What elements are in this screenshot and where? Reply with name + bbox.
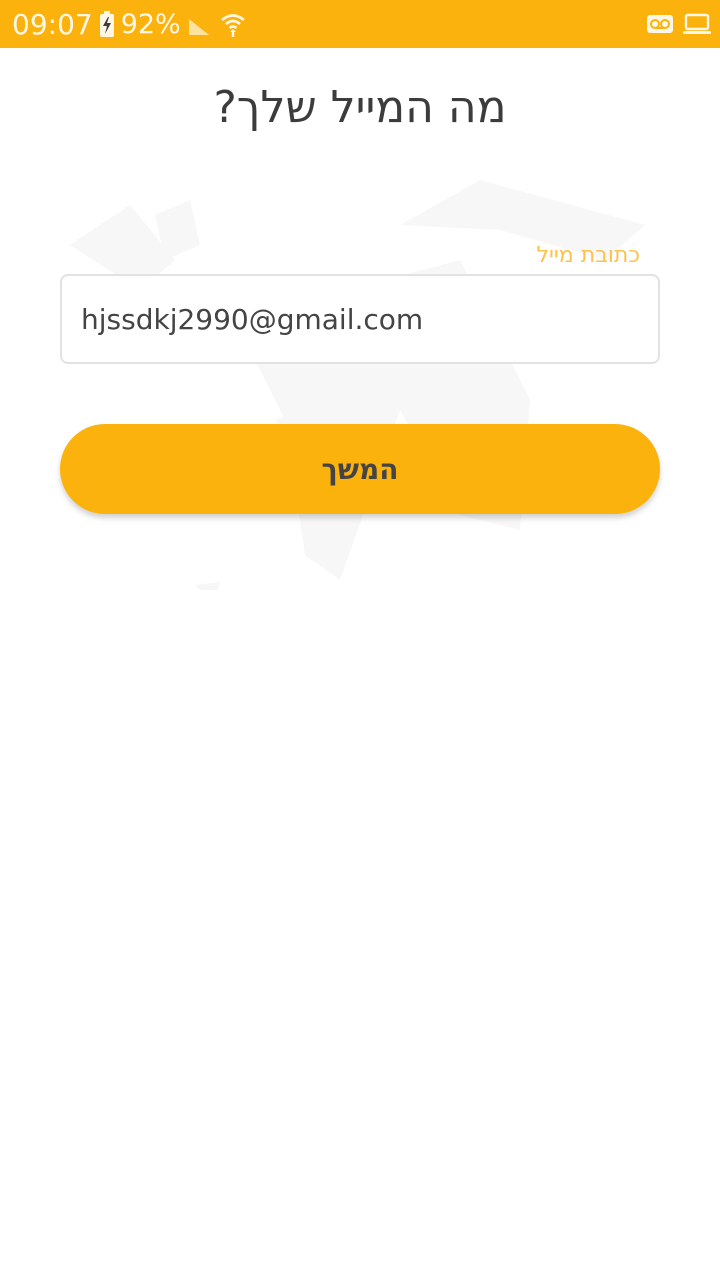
laptop-icon [682,13,712,35]
status-bar-right [646,0,712,48]
voicemail-icon [646,14,674,34]
background-illustration [60,170,680,600]
page-title: מה המייל שלך? [213,82,507,133]
email-field[interactable] [60,274,660,364]
email-field-label: כתובת מייל [536,243,640,268]
continue-button[interactable]: המשך [60,424,660,514]
battery-percent: 92% [120,8,181,40]
signal-icon [187,11,213,37]
battery-charging-icon [99,11,115,37]
wifi-icon [219,10,247,38]
status-time: 09:07 [12,7,93,41]
status-bar-left: 09:07 92% [12,0,247,48]
status-bar: 09:07 92% [0,0,720,48]
